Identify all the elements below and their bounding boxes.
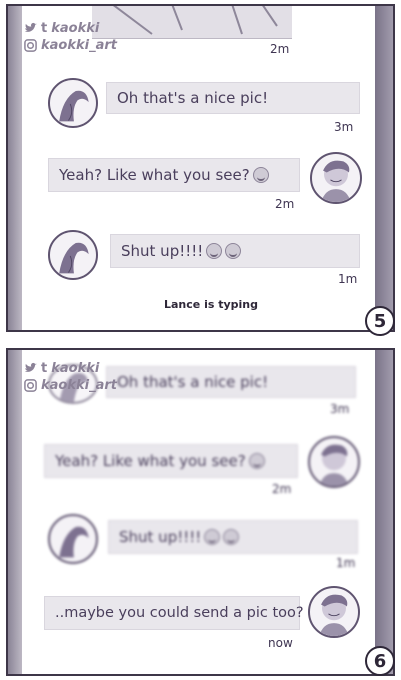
tumblr-icon: t	[41, 21, 48, 36]
smirk-emoji-icon	[248, 453, 265, 469]
message-timestamp: 2m	[272, 482, 292, 496]
twitter-icon	[24, 22, 37, 32]
message-timestamp: 1m	[336, 556, 356, 570]
top-illustration	[92, 6, 292, 39]
instagram-handle: kaokki_art	[41, 378, 117, 393]
comic-panel-6: Oh that's a nice pic! 3m Yeah? Like what…	[6, 348, 395, 676]
message-text: Oh that's a nice pic!	[117, 89, 269, 107]
tumblr-icon: t	[41, 361, 48, 376]
message-timestamp: 1m	[338, 272, 358, 286]
avatar-lance	[308, 586, 360, 638]
instagram-icon	[24, 379, 37, 392]
artist-credits: t kaokki kaokki_art	[24, 360, 117, 394]
panel-number: 6	[365, 646, 395, 676]
avatar-lance	[310, 152, 362, 204]
message-text: Shut up!!!!	[121, 242, 204, 260]
phone-edge-right	[375, 6, 393, 330]
laughing-emoji-icon	[206, 243, 223, 259]
message-timestamp: now	[268, 636, 293, 650]
avatar-lance	[308, 436, 360, 488]
twitter-handle: kaokki	[51, 21, 100, 36]
message-bubble-outgoing: Yeah? Like what you see?	[48, 158, 300, 192]
message-bubble-incoming: Shut up!!!!	[110, 234, 360, 268]
message-text: Oh that's a nice pic!	[117, 373, 269, 391]
avatar-keith	[48, 514, 98, 564]
artist-credits: t kaokki kaokki_art	[24, 20, 117, 54]
phone-edge-right	[375, 350, 393, 674]
comic-panel-5: 2m Oh that's a nice pic! 3m Yeah? Like w…	[6, 4, 395, 332]
chat-screen: 2m Oh that's a nice pic! 3m Yeah? Like w…	[22, 6, 375, 330]
twitter-handle: kaokki	[51, 361, 100, 376]
message-bubble-incoming: Shut up!!!!	[108, 520, 358, 554]
instagram-handle: kaokki_art	[41, 38, 117, 53]
phone-edge-left	[8, 6, 22, 330]
twitter-icon	[24, 362, 37, 372]
message-timestamp: 2m	[275, 197, 295, 211]
smirk-emoji-icon	[252, 167, 269, 183]
message-bubble-outgoing: Yeah? Like what you see?	[44, 444, 298, 478]
top-timestamp: 2m	[270, 42, 290, 56]
illustration-sketch	[113, 6, 278, 35]
avatar-keith	[48, 230, 98, 280]
message-bubble-outgoing: ..maybe you could send a pic too?	[44, 596, 304, 630]
typing-indicator: Lance is typing	[164, 298, 258, 311]
message-text: Yeah? Like what you see?	[59, 166, 250, 184]
phone-edge-left	[8, 350, 22, 674]
message-bubble-incoming: Oh that's a nice pic!	[106, 366, 356, 398]
avatar-keith	[48, 78, 98, 128]
panel-number: 5	[365, 306, 395, 336]
laughing-emoji-icon	[204, 529, 221, 545]
message-text: Yeah? Like what you see?	[55, 452, 246, 470]
laughing-emoji-icon	[225, 243, 242, 259]
chat-screen: Oh that's a nice pic! 3m Yeah? Like what…	[22, 350, 375, 674]
instagram-icon	[24, 39, 37, 52]
message-bubble-incoming: Oh that's a nice pic!	[106, 82, 360, 114]
laughing-emoji-icon	[223, 529, 240, 545]
message-text: ..maybe you could send a pic too?	[55, 605, 304, 621]
message-timestamp: 3m	[330, 402, 350, 416]
message-text: Shut up!!!!	[119, 528, 202, 546]
message-timestamp: 3m	[334, 120, 354, 134]
